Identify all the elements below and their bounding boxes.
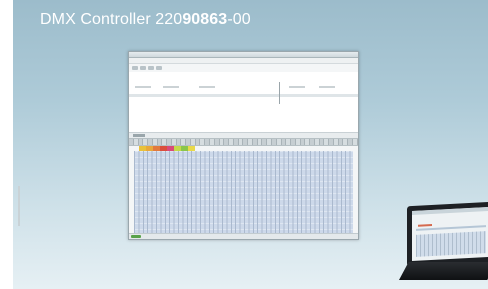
laptop-base	[399, 262, 488, 280]
divider	[18, 186, 20, 226]
splitter[interactable]	[279, 82, 280, 104]
toolbar-icon[interactable]	[132, 66, 138, 70]
scene-area	[129, 72, 358, 133]
page-title: DMX Controller 22090863-00	[40, 11, 251, 29]
scene-label	[163, 86, 179, 88]
title-suffix: -00	[227, 11, 251, 28]
screen-grid	[416, 231, 486, 257]
screen-titlebar	[412, 206, 488, 216]
toolbar-icon[interactable]	[148, 66, 154, 70]
channel-header-row	[129, 138, 358, 146]
toolbar-icon[interactable]	[140, 66, 146, 70]
scene-label	[135, 86, 151, 88]
toolbar	[129, 64, 358, 72]
scene-label	[289, 86, 305, 88]
app-window-screenshot	[128, 51, 359, 240]
title-bold-part: 90863	[182, 11, 228, 28]
laptop-lid	[407, 201, 488, 267]
timeline-bar	[129, 94, 358, 97]
title-prefix: DMX Controller 220	[40, 11, 183, 28]
scene-label	[199, 86, 215, 88]
start-button-icon[interactable]	[131, 235, 141, 238]
channel-header-cell[interactable]	[353, 139, 358, 145]
laptop-image	[399, 201, 488, 282]
scene-label	[319, 86, 335, 88]
taskbar	[129, 233, 358, 239]
toolbar-icon[interactable]	[156, 66, 162, 70]
laptop-screen	[412, 206, 488, 262]
tab-label	[133, 134, 145, 137]
product-panel: DMX Controller 22090863-00	[13, 0, 488, 289]
screen-color-strip	[418, 223, 432, 227]
channel-grid[interactable]	[134, 151, 353, 239]
